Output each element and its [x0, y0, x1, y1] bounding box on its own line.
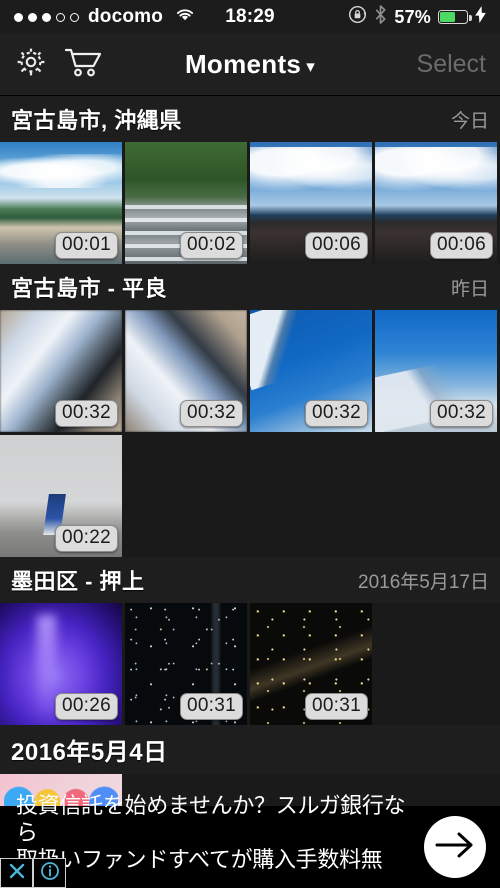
- gear-icon[interactable]: [14, 45, 48, 84]
- page-title-label: Moments: [184, 49, 302, 79]
- battery-icon: [438, 10, 472, 24]
- ad-text-line2: 取扱いファンドすべてが購入手数料無料！: [16, 847, 383, 888]
- thumbnail-grid: 00:26 00:31 00:31: [0, 603, 500, 725]
- ad-close-button[interactable]: [0, 858, 33, 888]
- section-header[interactable]: 宮古島市, 沖縄県 今日: [0, 96, 500, 142]
- signal-dot: [42, 12, 51, 22]
- duration-badge: 00:32: [179, 400, 243, 427]
- section-header[interactable]: 墨田区 - 押上 2016年5月17日: [0, 557, 500, 603]
- ad-badges: [0, 858, 66, 888]
- bluetooth-icon: [374, 4, 387, 30]
- moments-scroll-area[interactable]: 宮古島市, 沖縄県 今日 00:01 00:02 00:06 00:06 宮古島市 - 平良…: [0, 96, 500, 888]
- carrier-label: docomo: [88, 6, 164, 27]
- video-thumbnail[interactable]: 00:31: [125, 603, 247, 725]
- signal-dot: [14, 12, 23, 22]
- duration-badge: 00:06: [304, 232, 368, 259]
- video-thumbnail[interactable]: 00:01: [0, 142, 122, 264]
- video-thumbnail[interactable]: 00:26: [0, 603, 122, 725]
- status-bar-left: docomo: [14, 6, 250, 28]
- signal-dot: [28, 12, 37, 22]
- thumbnail-grid: 00:01 00:02 00:06 00:06: [0, 142, 500, 264]
- section-title: 宮古島市, 沖縄県: [11, 108, 182, 133]
- video-thumbnail[interactable]: 00:32: [250, 310, 372, 432]
- ad-info-button[interactable]: [33, 858, 66, 888]
- ad-text: 投資信託を始めませんか？スルガ銀行なら 取扱いファンドすべてが購入手数料無料！: [16, 793, 424, 888]
- wifi-icon: [174, 6, 196, 28]
- section-title: 2016年5月4日: [11, 739, 168, 766]
- section-date: 2016年5月17日: [358, 571, 489, 593]
- status-bar-right: 57%: [250, 4, 486, 30]
- duration-badge: 00:32: [429, 400, 493, 427]
- navbar-left-buttons: [14, 45, 104, 84]
- duration-badge: 00:26: [54, 693, 118, 720]
- shopping-cart-icon[interactable]: [64, 45, 104, 84]
- battery-percent-label: 57%: [394, 6, 431, 27]
- section-title: 墨田区 - 押上: [11, 569, 145, 594]
- section-title: 宮古島市 - 平良: [11, 276, 168, 301]
- ad-text-line1: 投資信託を始めませんか？スルガ銀行なら: [16, 793, 406, 846]
- video-thumbnail[interactable]: 00:31: [250, 603, 372, 725]
- section-date: 今日: [450, 110, 489, 132]
- duration-badge: 00:02: [179, 232, 243, 259]
- video-thumbnail[interactable]: 00:02: [125, 142, 247, 264]
- signal-dot: [70, 12, 79, 22]
- status-bar: docomo 18:29 57%: [0, 0, 500, 34]
- duration-badge: 00:32: [304, 400, 368, 427]
- duration-badge: 00:31: [179, 693, 243, 720]
- duration-badge: 00:06: [429, 232, 493, 259]
- duration-badge: 00:32: [54, 400, 118, 427]
- video-thumbnail[interactable]: 00:22: [0, 435, 122, 557]
- video-thumbnail[interactable]: 00:06: [250, 142, 372, 264]
- select-button[interactable]: Select: [417, 50, 486, 79]
- section-header[interactable]: 宮古島市 - 平良 昨日: [0, 264, 500, 310]
- chevron-down-icon: ▾: [306, 56, 316, 76]
- ad-cta-button[interactable]: [424, 816, 486, 878]
- thumbnail-grid: 00:32 00:32 00:32 00:32 00:22: [0, 310, 500, 557]
- ad-banner[interactable]: 投資信託を始めませんか？スルガ銀行なら 取扱いファンドすべてが購入手数料無料！: [0, 793, 500, 888]
- section-date: 昨日: [450, 278, 489, 300]
- signal-dot: [56, 12, 65, 22]
- close-x-icon: [7, 861, 27, 886]
- cellular-signal-dots: [14, 12, 79, 22]
- video-thumbnail[interactable]: 00:06: [375, 142, 497, 264]
- info-circle-icon: [40, 861, 60, 886]
- duration-badge: 00:31: [304, 693, 368, 720]
- lightning-bolt-icon: [475, 5, 486, 29]
- rotation-lock-icon: [348, 5, 367, 30]
- navigation-bar: Moments ▾ Select: [0, 34, 500, 96]
- duration-badge: 00:01: [54, 232, 118, 259]
- photos-moments-screen: docomo 18:29 57% Moments ▾ Select 宮古島市, …: [0, 0, 500, 888]
- video-thumbnail[interactable]: 00:32: [125, 310, 247, 432]
- duration-badge: 00:22: [54, 525, 118, 552]
- arrow-right-icon: [433, 828, 477, 867]
- video-thumbnail[interactable]: 00:32: [0, 310, 122, 432]
- video-thumbnail[interactable]: 00:32: [375, 310, 497, 432]
- section-header[interactable]: 2016年5月4日: [0, 725, 500, 774]
- battery-fill: [440, 12, 455, 22]
